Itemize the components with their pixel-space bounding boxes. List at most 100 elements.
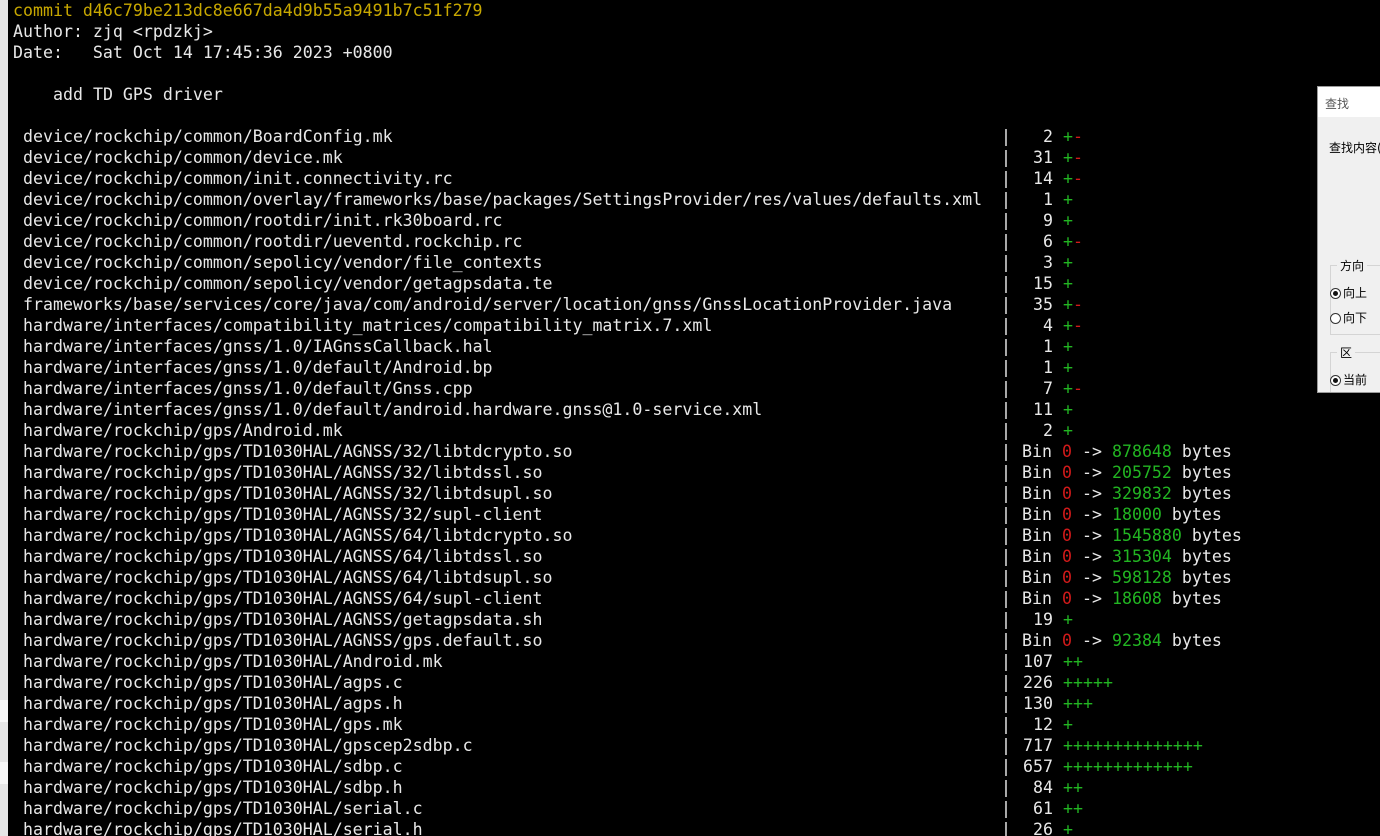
bin-label: Bin xyxy=(1022,526,1052,545)
size-unit: bytes xyxy=(1171,631,1222,650)
file-path: device/rockchip/common/sepolicy/vendor/f… xyxy=(23,253,543,272)
region-current-radio[interactable]: 当前 xyxy=(1330,371,1367,388)
find-dialog-title: 查找 xyxy=(1325,97,1350,111)
change-count: 657 xyxy=(1023,757,1053,776)
change-count: 130 xyxy=(1023,694,1053,713)
file-path: device/rockchip/common/BoardConfig.mk xyxy=(23,127,393,146)
direction-down-radio[interactable]: 向下 xyxy=(1330,309,1367,326)
diffstat-row: hardware/rockchip/gps/TD1030HAL/AGNSS/ge… xyxy=(8,609,1380,630)
direction-down-label: 向下 xyxy=(1343,311,1368,325)
bin-label: Bin xyxy=(1022,568,1052,587)
diffstat-row: hardware/interfaces/gnss/1.0/default/And… xyxy=(8,357,1380,378)
column-separator: | xyxy=(1001,610,1011,629)
column-separator: | xyxy=(1001,421,1011,440)
diffstat-row: device/rockchip/common/overlay/framework… xyxy=(8,189,1380,210)
file-path: device/rockchip/common/init.connectivity… xyxy=(23,169,453,188)
change-count: 1 xyxy=(1043,190,1053,209)
diffstat-row: hardware/rockchip/gps/TD1030HAL/serial.h… xyxy=(8,819,1380,836)
additions-bar: + xyxy=(1063,127,1073,146)
additions-bar: ++ xyxy=(1063,799,1083,818)
terminal-output[interactable]: commit d46c79be213dc8e667da4d9b55a9491b7… xyxy=(8,0,1380,836)
column-separator: | xyxy=(1001,316,1011,335)
column-separator: | xyxy=(1001,400,1011,419)
column-separator: | xyxy=(1001,799,1011,818)
diffstat-row: hardware/rockchip/gps/TD1030HAL/agps.h | 1… xyxy=(8,693,1380,714)
change-graph: + xyxy=(1063,819,1073,836)
edge-notch xyxy=(0,762,8,784)
diffstat-row: hardware/rockchip/gps/TD1030HAL/gps.mk | 1… xyxy=(8,714,1380,735)
column-separator: | xyxy=(1001,505,1011,524)
column-separator: | xyxy=(1001,589,1011,608)
file-path: hardware/interfaces/compatibility_matric… xyxy=(23,316,713,335)
column-separator: | xyxy=(1001,442,1011,461)
change-count: 717 xyxy=(1023,736,1053,755)
deletions-bar: - xyxy=(1073,316,1083,335)
additions-bar: +++++ xyxy=(1063,673,1113,692)
find-dialog-titlebar[interactable]: 查找 xyxy=(1318,87,1380,117)
new-size: 1545880 xyxy=(1111,526,1182,545)
radio-unselected-icon xyxy=(1330,313,1341,324)
change-count: 26 xyxy=(1033,820,1053,836)
radio-selected-icon xyxy=(1330,375,1341,386)
change-graph: + xyxy=(1063,714,1073,735)
file-path: hardware/rockchip/gps/TD1030HAL/gpscep2s… xyxy=(23,736,473,755)
file-path: hardware/rockchip/gps/TD1030HAL/AGNSS/ge… xyxy=(23,610,543,629)
old-size: 0 xyxy=(1061,484,1072,503)
new-size: 315304 xyxy=(1111,547,1172,566)
column-separator: | xyxy=(1001,274,1011,293)
arrow: -> xyxy=(1081,526,1102,545)
diffstat-row: device/rockchip/common/init.connectivity… xyxy=(8,168,1380,189)
additions-bar: ++ xyxy=(1063,652,1083,671)
bin-label: Bin xyxy=(1022,547,1052,566)
find-dialog[interactable]: 查找 查找内容( 方向 向上 向下 区 当前 所有 xyxy=(1317,86,1380,393)
change-graph: +- xyxy=(1063,231,1083,252)
file-path: hardware/rockchip/gps/TD1030HAL/sdbp.c xyxy=(23,757,403,776)
deletions-bar: - xyxy=(1073,379,1083,398)
diffstat-row: hardware/interfaces/compatibility_matric… xyxy=(8,315,1380,336)
diffstat-row: hardware/interfaces/gnss/1.0/IAGnssCallb… xyxy=(8,336,1380,357)
column-separator: | xyxy=(1001,694,1011,713)
change-count: 1 xyxy=(1043,358,1053,377)
deletions-bar: - xyxy=(1073,127,1083,146)
direction-up-radio[interactable]: 向上 xyxy=(1330,284,1367,301)
diffstat-row: hardware/rockchip/gps/TD1030HAL/AGNSS/32… xyxy=(8,483,1380,504)
change-graph: + xyxy=(1063,273,1073,294)
commit-date-line: Date: Sat Oct 14 17:45:36 2023 +0800 xyxy=(13,43,393,62)
bin-label: Bin xyxy=(1022,463,1052,482)
file-path: hardware/rockchip/gps/TD1030HAL/serial.c xyxy=(23,799,423,818)
additions-bar: + xyxy=(1063,337,1073,356)
direction-up-label: 向上 xyxy=(1343,286,1368,300)
column-separator: | xyxy=(1001,547,1011,566)
diffstat-row: hardware/interfaces/gnss/1.0/default/and… xyxy=(8,399,1380,420)
column-separator: | xyxy=(1001,232,1011,251)
diffstat-row: hardware/rockchip/gps/TD1030HAL/AGNSS/64… xyxy=(8,546,1380,567)
left-window-edge xyxy=(0,0,8,836)
deletions-bar: - xyxy=(1073,169,1083,188)
change-graph: + xyxy=(1063,420,1073,441)
bin-label: Bin xyxy=(1022,484,1052,503)
diffstat-row: hardware/rockchip/gps/TD1030HAL/AGNSS/32… xyxy=(8,441,1380,462)
change-graph: + xyxy=(1063,210,1073,231)
additions-bar: + xyxy=(1063,400,1073,419)
file-path: hardware/rockchip/gps/TD1030HAL/AGNSS/64… xyxy=(23,547,543,566)
file-path: hardware/interfaces/gnss/1.0/default/and… xyxy=(23,400,763,419)
binary-change: Bin 0 -> 92384 bytes xyxy=(1022,630,1222,651)
new-size: 18000 xyxy=(1111,505,1162,524)
change-graph: ++ xyxy=(1063,798,1083,819)
additions-bar: + xyxy=(1063,316,1073,335)
diffstat-row: device/rockchip/common/device.mk | 31 +- xyxy=(8,147,1380,168)
change-graph: +++++++++++++ xyxy=(1063,756,1193,777)
binary-change: Bin 0 -> 878648 bytes xyxy=(1022,441,1232,462)
column-separator: | xyxy=(1001,379,1011,398)
diffstat-row: device/rockchip/common/sepolicy/vendor/g… xyxy=(8,273,1380,294)
new-size: 329832 xyxy=(1111,484,1172,503)
edge-notch xyxy=(0,700,8,722)
change-graph: + xyxy=(1063,189,1073,210)
change-count: 107 xyxy=(1023,652,1053,671)
change-graph: +- xyxy=(1063,126,1083,147)
change-graph: +- xyxy=(1063,315,1083,336)
change-count: 15 xyxy=(1033,274,1053,293)
column-separator: | xyxy=(1001,778,1011,797)
diffstat-row: hardware/rockchip/gps/TD1030HAL/serial.c… xyxy=(8,798,1380,819)
